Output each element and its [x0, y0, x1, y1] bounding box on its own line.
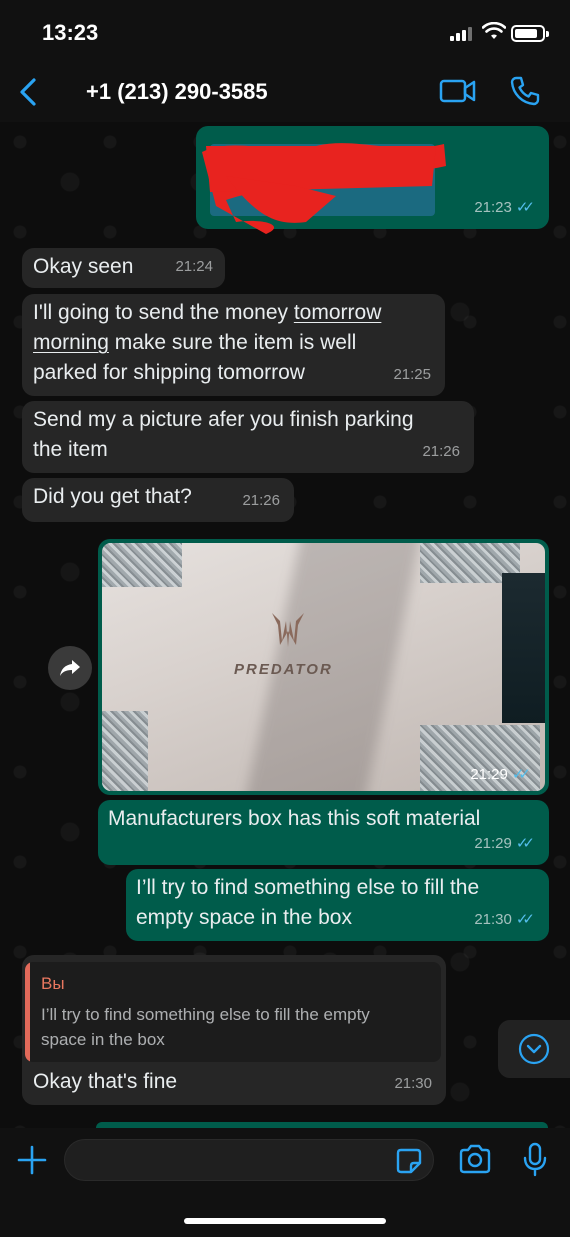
- message-time: 21:23: [474, 199, 512, 216]
- video-call-icon[interactable]: [438, 76, 478, 106]
- quote-text-line: I’ll try to find something else to fill …: [41, 1005, 370, 1024]
- message-time: 21:30: [474, 911, 512, 928]
- outgoing-image-message[interactable]: PREDATOR 21:29 ✓✓: [98, 539, 549, 795]
- read-ticks-icon: ✓✓: [515, 835, 535, 852]
- message-text-line: make sure the item is well: [108, 331, 357, 354]
- quote-author: Вы: [41, 974, 65, 993]
- quote-text-line: space in the box: [41, 1030, 165, 1049]
- incoming-message[interactable]: Okay seen 21:24: [22, 248, 225, 288]
- quote-text: I’ll try to find something else to fill …: [41, 1002, 431, 1052]
- message-input[interactable]: [64, 1139, 434, 1181]
- message-text: Did you get that?: [33, 485, 192, 508]
- message-meta: 21:29 ✓✓: [474, 829, 535, 859]
- sticker-icon[interactable]: [396, 1148, 422, 1174]
- message-text-line: I’ll try to find something else to fill …: [136, 876, 480, 899]
- read-ticks-icon: ✓✓: [511, 766, 531, 783]
- plus-icon[interactable]: [16, 1144, 48, 1176]
- chevron-down-icon: [518, 1033, 550, 1065]
- message-time: 21:25: [393, 366, 431, 383]
- box-brand-text: PREDATOR: [234, 661, 333, 678]
- message-meta: 21:29 ✓✓: [470, 765, 531, 784]
- read-ticks-icon: ✓✓: [515, 911, 535, 928]
- message-text-line: empty space in the box: [136, 906, 352, 929]
- status-time: 13:23: [42, 20, 99, 45]
- message-text: I’ll try to find something else to fill …: [136, 873, 479, 933]
- message-time: 21:24: [175, 258, 213, 275]
- quoted-message[interactable]: Вы I’ll try to find something else to fi…: [25, 962, 441, 1062]
- contact-name[interactable]: +1 (213) 290-3585: [86, 79, 268, 105]
- microphone-icon[interactable]: [522, 1142, 548, 1178]
- incoming-message[interactable]: I'll going to send the money tomorrow mo…: [22, 294, 445, 396]
- message-text-line: I'll going to send the money: [33, 301, 294, 324]
- read-ticks-icon: ✓✓: [515, 199, 535, 216]
- message-text: Manufacturers box has this soft material: [108, 807, 481, 830]
- photo-predator-box[interactable]: PREDATOR 21:29 ✓✓: [102, 543, 545, 791]
- date-link[interactable]: morning: [33, 331, 109, 354]
- quote-bar: [25, 962, 30, 1062]
- wifi-icon: [482, 22, 506, 39]
- message-text: Okay that's fine: [33, 1070, 178, 1093]
- message-meta: 21:30 ✓✓: [474, 905, 535, 935]
- laptop-edge: [502, 573, 545, 723]
- scroll-to-bottom-button[interactable]: [498, 1020, 570, 1078]
- input-bar: [0, 1128, 570, 1237]
- incoming-message[interactable]: Did you get that? 21:26: [22, 478, 294, 522]
- camera-icon[interactable]: [458, 1144, 492, 1174]
- chat-header: +1 (213) 290-3585: [0, 62, 570, 122]
- message-time: 21:30: [394, 1075, 432, 1092]
- message-time: 21:29: [474, 835, 512, 852]
- date-link[interactable]: tomorrow: [294, 301, 382, 324]
- battery-icon: [511, 25, 549, 42]
- message-text-line: parked for shipping tomorrow: [33, 361, 305, 384]
- message-text: Okay seen: [33, 255, 134, 278]
- status-bar: 13:23: [0, 0, 570, 66]
- red-scribble-redaction: [202, 143, 446, 234]
- message-text: I'll going to send the money tomorrow mo…: [33, 298, 381, 388]
- outgoing-message[interactable]: Manufacturers box has this soft material…: [98, 800, 549, 865]
- home-indicator: [184, 1218, 386, 1224]
- incoming-message[interactable]: Send my a picture afer you finish parkin…: [22, 401, 474, 473]
- message-time: 21:29: [470, 765, 508, 783]
- message-text-line: the item: [33, 438, 108, 461]
- phone-call-icon[interactable]: [508, 74, 542, 108]
- back-button[interactable]: [14, 74, 44, 110]
- signal-icon: [450, 27, 472, 41]
- message-meta: 21:23 ✓✓: [474, 193, 535, 223]
- predator-logo-icon: [272, 613, 304, 647]
- forward-button[interactable]: [48, 646, 92, 690]
- message-text: Send my a picture afer you finish parkin…: [33, 405, 414, 465]
- message-time: 21:26: [422, 443, 460, 460]
- message-text-line: Send my a picture afer you finish parkin…: [33, 408, 414, 431]
- outgoing-message[interactable]: I’ll try to find something else to fill …: [126, 869, 549, 941]
- forward-arrow-icon: [60, 660, 80, 676]
- message-time: 21:26: [242, 492, 280, 509]
